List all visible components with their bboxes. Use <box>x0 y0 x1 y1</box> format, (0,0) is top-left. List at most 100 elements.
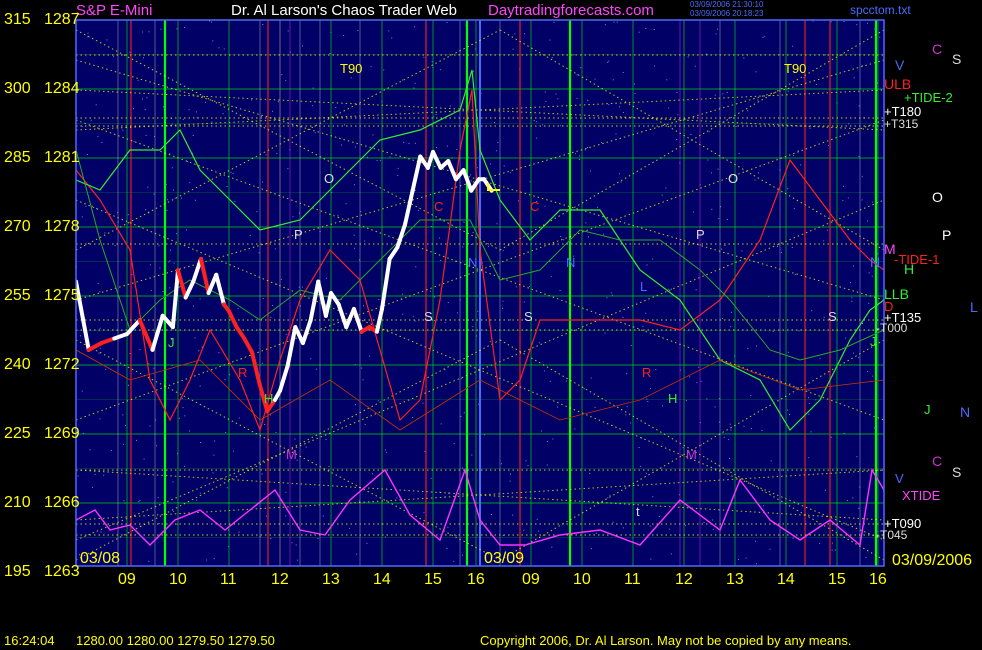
star <box>456 312 458 314</box>
star <box>606 297 608 299</box>
star <box>647 401 649 402</box>
star <box>125 424 126 426</box>
star <box>650 387 652 389</box>
star <box>858 357 860 359</box>
star <box>525 460 527 462</box>
star <box>808 390 810 392</box>
star <box>345 203 347 205</box>
star <box>139 499 141 501</box>
star <box>280 278 282 280</box>
chart-annotation: P <box>294 227 303 242</box>
star <box>272 305 274 306</box>
star <box>856 24 858 26</box>
star <box>826 229 828 231</box>
star <box>212 40 214 42</box>
star <box>509 480 511 482</box>
star <box>199 492 201 494</box>
star <box>422 402 424 404</box>
star <box>99 327 101 329</box>
star <box>226 487 228 489</box>
star <box>546 440 548 442</box>
star <box>738 152 740 154</box>
star <box>261 362 263 364</box>
star <box>622 527 624 529</box>
star <box>523 529 525 531</box>
star <box>100 531 102 533</box>
star <box>655 369 657 370</box>
star <box>755 71 757 73</box>
star <box>354 146 356 148</box>
price-tick-label: 1287 <box>44 11 80 28</box>
y-tick-label: 195 <box>4 563 31 580</box>
star <box>867 371 869 373</box>
star <box>139 349 141 351</box>
chart-annotation: V <box>895 471 904 486</box>
chart-annotation: -T000 <box>876 321 908 335</box>
price-tick-label: 1266 <box>44 494 80 511</box>
star <box>853 352 854 354</box>
x-tick-label: 11 <box>624 571 641 588</box>
star <box>414 189 416 191</box>
x-tick-label: 09 <box>118 571 136 588</box>
star <box>872 201 874 203</box>
star <box>123 500 125 502</box>
quote-time: 16:24:04 <box>4 633 55 648</box>
star <box>676 92 678 93</box>
star <box>843 185 844 187</box>
star <box>174 197 176 199</box>
timestamp-line-2: 03/09/2006 20:18:23 <box>690 9 764 18</box>
star <box>721 248 723 250</box>
star <box>122 414 124 416</box>
star <box>285 79 287 81</box>
star <box>645 28 647 29</box>
star <box>738 558 739 560</box>
price-tick-label: 1269 <box>44 425 80 442</box>
star <box>312 87 314 89</box>
star <box>868 302 870 304</box>
star <box>853 265 854 267</box>
star <box>472 326 474 328</box>
star <box>776 246 778 248</box>
star <box>133 108 134 110</box>
star <box>638 447 640 448</box>
star <box>184 415 186 417</box>
chart-annotation: N <box>870 254 881 270</box>
star <box>552 438 554 440</box>
chart-annotation: C <box>932 41 943 57</box>
star <box>795 386 797 388</box>
star <box>665 187 667 189</box>
star <box>612 79 614 81</box>
star <box>169 260 171 262</box>
star <box>546 464 548 466</box>
x-tick-label: 09 <box>522 571 540 588</box>
chart-annotation: N <box>468 255 478 270</box>
site-link[interactable]: Daytradingforecasts.com <box>488 3 654 18</box>
star <box>436 147 438 148</box>
star <box>867 220 868 222</box>
star <box>541 430 542 432</box>
star <box>357 30 359 31</box>
star <box>148 560 150 562</box>
star <box>181 197 182 199</box>
star <box>652 258 654 260</box>
star <box>169 287 171 289</box>
star <box>364 240 366 242</box>
star <box>101 141 103 143</box>
star <box>579 155 581 157</box>
star <box>590 377 592 379</box>
star <box>225 432 227 433</box>
star <box>183 465 185 467</box>
star <box>703 522 705 523</box>
star <box>379 160 381 162</box>
star <box>80 335 82 337</box>
star <box>714 94 716 96</box>
star <box>350 77 352 79</box>
star <box>439 69 441 71</box>
star <box>544 91 546 93</box>
star <box>446 145 448 147</box>
star <box>440 423 442 425</box>
star <box>533 120 535 121</box>
star <box>148 363 150 365</box>
star <box>455 534 457 536</box>
star <box>700 380 702 382</box>
